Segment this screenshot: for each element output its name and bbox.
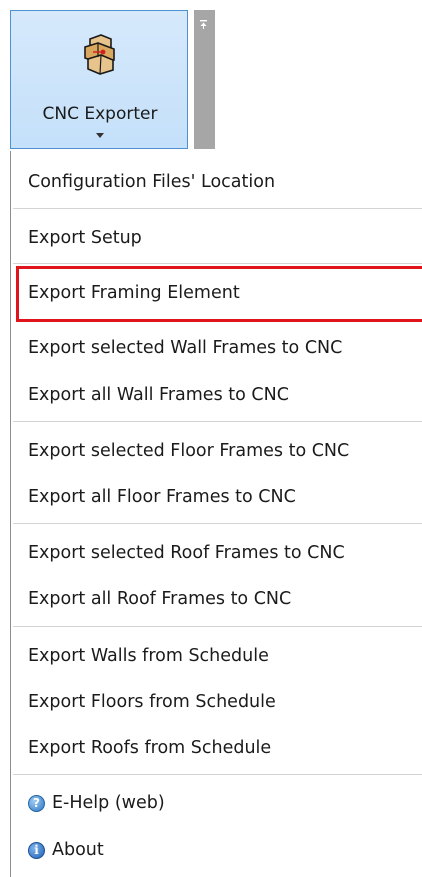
menu-item-export-all-wall-frames[interactable]: Export all Wall Frames to CNC [28, 384, 289, 406]
help-icon: ? [28, 794, 45, 812]
menu-separator [13, 263, 422, 264]
menu-item-e-help[interactable]: ? E-Help (web) [28, 792, 165, 814]
menu-item-export-selected-floor-frames[interactable]: Export selected Floor Frames to CNC [28, 440, 349, 462]
chevron-down-icon[interactable] [96, 133, 104, 138]
pin-icon [200, 20, 207, 29]
menu-separator [13, 421, 422, 422]
menu-item-about-label: About [52, 840, 104, 860]
cnc-exporter-menu: Configuration Files' Location Export Set… [10, 151, 422, 877]
info-icon: i [28, 841, 45, 859]
menu-item-export-roofs-from-schedule[interactable]: Export Roofs from Schedule [28, 737, 271, 759]
menu-item-export-setup[interactable]: Export Setup [28, 227, 142, 249]
menu-separator [13, 523, 422, 524]
cnc-exporter-label: CNC Exporter [42, 104, 158, 124]
menu-item-export-framing-element[interactable]: Export Framing Element [28, 282, 240, 304]
menu-item-about[interactable]: i About [28, 839, 104, 861]
menu-item-export-all-roof-frames[interactable]: Export all Roof Frames to CNC [28, 588, 291, 610]
page: CNC Exporter Configuration Files' Locati… [0, 0, 422, 877]
menu-separator [13, 626, 422, 627]
menu-item-export-floors-from-schedule[interactable]: Export Floors from Schedule [28, 691, 276, 713]
menu-item-export-selected-roof-frames[interactable]: Export selected Roof Frames to CNC [28, 542, 345, 564]
menu-separator [13, 774, 422, 775]
menu-item-export-selected-wall-frames[interactable]: Export selected Wall Frames to CNC [28, 337, 342, 359]
cnc-exporter-button[interactable]: CNC Exporter [10, 10, 188, 149]
menu-item-e-help-label: E-Help (web) [52, 793, 165, 813]
menu-item-configuration-files-location[interactable]: Configuration Files' Location [28, 171, 275, 193]
cnc-exporter-icon [84, 34, 115, 75]
menu-item-export-all-floor-frames[interactable]: Export all Floor Frames to CNC [28, 486, 296, 508]
ribbon-panel-scroll[interactable] [194, 10, 215, 149]
menu-item-export-walls-from-schedule[interactable]: Export Walls from Schedule [28, 645, 269, 667]
menu-separator [13, 208, 422, 209]
